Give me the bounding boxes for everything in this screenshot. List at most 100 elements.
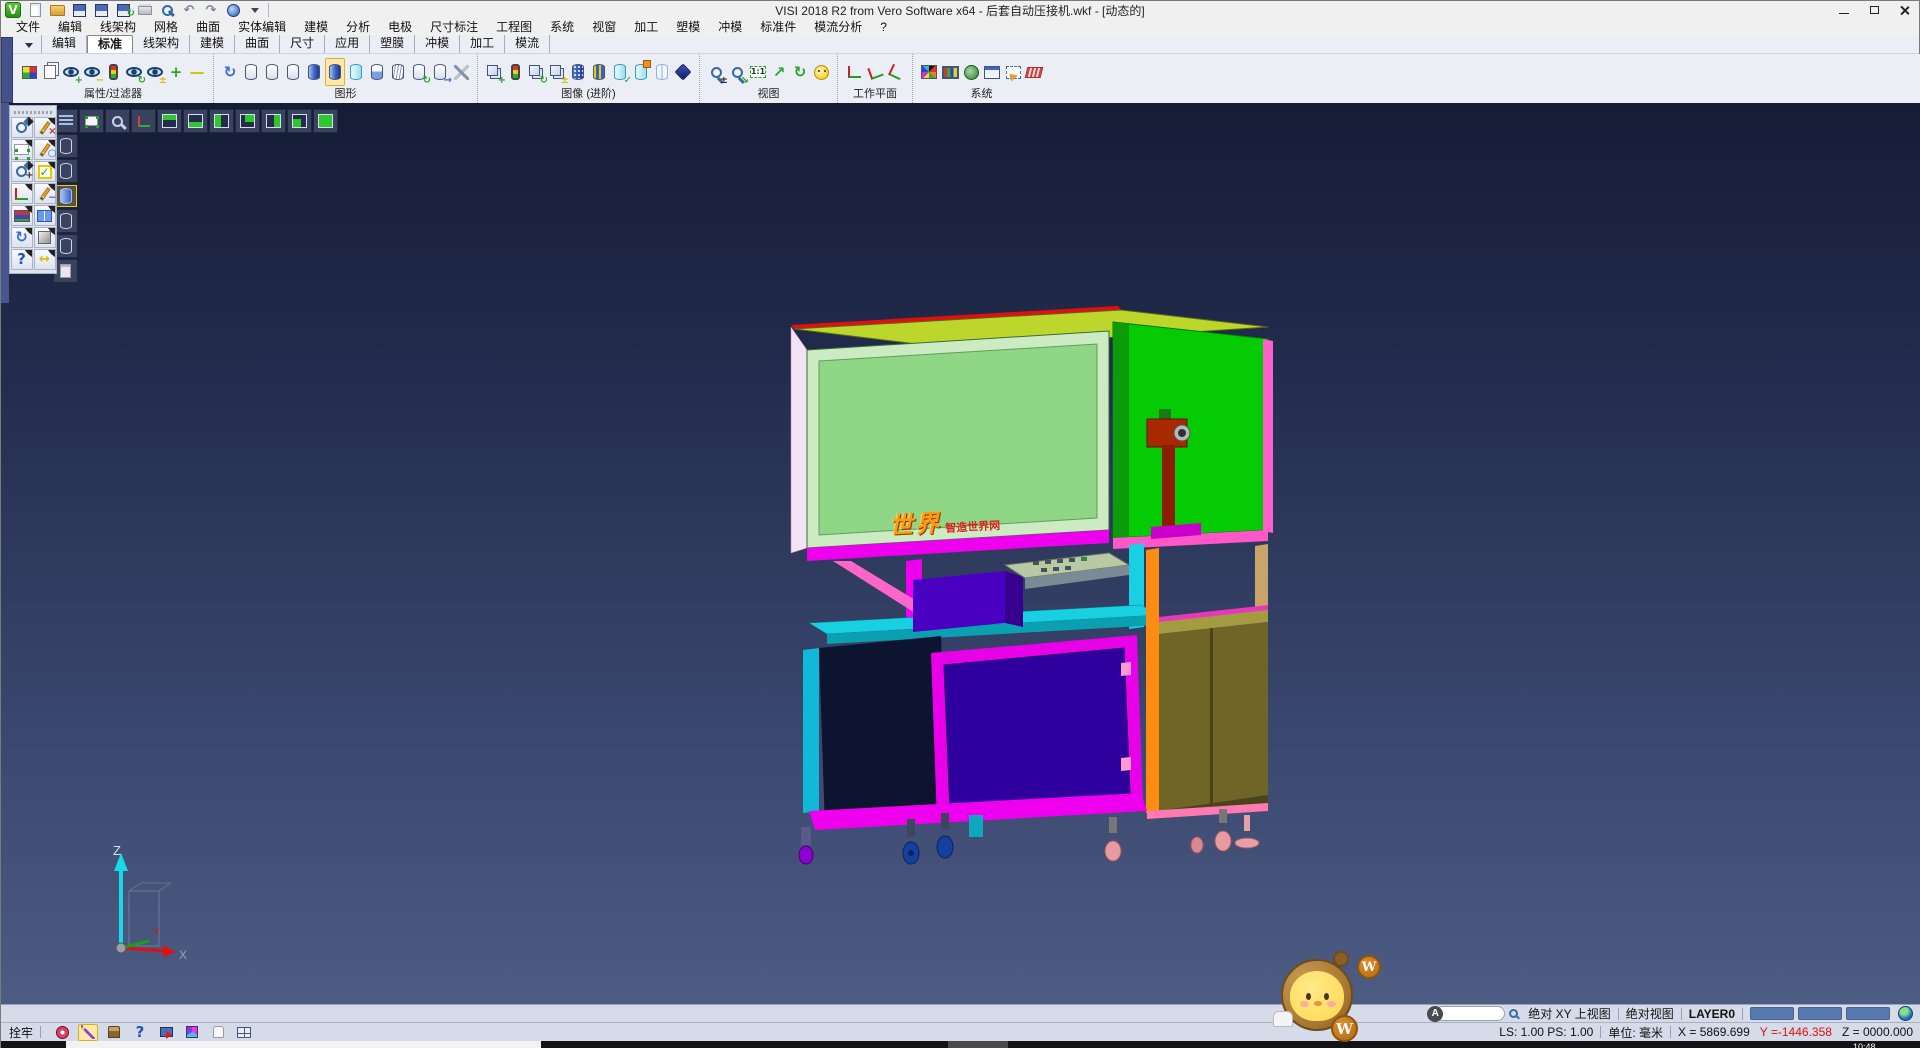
tab[interactable]: 加工 [460, 35, 505, 53]
menu-item[interactable]: 线架构 [91, 19, 145, 36]
menu-item[interactable]: 分析 [337, 19, 379, 36]
taskbar-strip[interactable]: 10:48 [1, 1041, 1920, 1048]
absolute-view[interactable]: 绝对视图 [1626, 1005, 1674, 1022]
import-box-icon[interactable] [156, 1024, 176, 1041]
tab[interactable]: 应用 [325, 35, 370, 53]
advanced-refresh-icon[interactable]: ↻ [526, 58, 546, 86]
tab[interactable]: 模流 [505, 35, 550, 53]
tab[interactable]: 建模 [190, 35, 235, 53]
view-iso-icon[interactable] [313, 109, 338, 133]
undo-icon[interactable]: ↶ [179, 1, 199, 19]
zoom-window-icon[interactable]: + [11, 161, 33, 182]
fit-window-icon[interactable] [11, 139, 33, 160]
origin-axis-icon[interactable] [131, 109, 156, 133]
print-icon[interactable] [135, 1, 155, 19]
view-reference[interactable]: 绝对 XY 上视图 [1528, 1005, 1610, 1022]
selection-settings-icon[interactable] [1003, 58, 1023, 86]
hide-all-icon[interactable]: — [187, 58, 207, 86]
redo-icon[interactable]: ↷ [201, 1, 221, 19]
globe-icon[interactable] [1898, 1006, 1913, 1021]
profile-icon[interactable] [208, 1024, 228, 1041]
menu-item[interactable]: 文件 [7, 19, 49, 36]
hide-entity-icon[interactable]: − [82, 58, 102, 86]
tab[interactable]: 线架构 [133, 35, 190, 53]
window-settings-icon[interactable] [982, 58, 1002, 86]
snap-lock-toggle[interactable]: 拴牢 [9, 1024, 33, 1041]
dock-handle[interactable] [1, 37, 13, 103]
view-top-icon[interactable] [157, 109, 182, 133]
striped-solid-icon[interactable] [589, 58, 609, 86]
menu-item[interactable]: 冲模 [709, 19, 751, 36]
menu-item[interactable]: 系统 [541, 19, 583, 36]
menu-item[interactable]: 实体编辑 [229, 19, 295, 36]
hatched-view-icon[interactable] [388, 58, 408, 86]
close-button[interactable] [1889, 1, 1919, 19]
show-all-icon[interactable]: + [166, 58, 186, 86]
keyboard-grid-icon[interactable] [1024, 58, 1044, 86]
menu-item[interactable]: 模流分析 [805, 19, 871, 36]
tagged-solid-icon[interactable] [631, 58, 651, 86]
dock-strip[interactable] [1, 103, 9, 303]
view-front-icon[interactable] [287, 109, 312, 133]
menu-item[interactable]: 标准件 [751, 19, 805, 36]
preview-icon[interactable] [157, 1, 177, 19]
zoom-extents-icon[interactable]: ↘ [727, 58, 747, 86]
stamp-icon[interactable] [104, 1024, 124, 1041]
fit-view-icon[interactable] [79, 109, 104, 133]
toolbar-options-icon[interactable] [245, 1, 265, 19]
tab[interactable]: 冲模 [415, 35, 460, 53]
save-file-icon[interactable] [69, 1, 89, 19]
zoom-window-icon[interactable]: ± [706, 58, 726, 86]
grid-toggle-icon[interactable] [234, 1024, 254, 1041]
advanced-swap-icon[interactable]: ± [547, 58, 567, 86]
export-graphics-icon[interactable]: → [430, 58, 450, 86]
layers-window-icon[interactable] [34, 205, 56, 226]
quick-select-icon[interactable] [78, 1024, 98, 1041]
tab[interactable]: 尺寸 [280, 35, 325, 53]
search-icon[interactable] [1509, 1009, 1518, 1018]
translucent-view-icon[interactable] [346, 58, 366, 86]
refresh-visibility-icon[interactable]: ↻ [124, 58, 144, 86]
erase-icon[interactable]: × [34, 117, 56, 138]
view-bottom-icon[interactable] [183, 109, 208, 133]
spline-edit-icon[interactable]: ~ [34, 183, 56, 204]
recent-icon[interactable] [223, 1, 243, 19]
tab[interactable]: 曲面 [235, 35, 280, 53]
tab-dropdown-icon[interactable] [21, 38, 37, 53]
color-table-icon[interactable] [919, 58, 939, 86]
advanced-add-icon[interactable]: + [484, 58, 504, 86]
zoom-dynamic-icon[interactable] [105, 109, 130, 133]
view-left-icon[interactable] [209, 109, 234, 133]
menu-item[interactable]: 建模 [295, 19, 337, 36]
workplane-entity-icon[interactable] [865, 58, 885, 86]
dashed-view-icon[interactable] [283, 58, 303, 86]
zoom-actual-icon[interactable]: 1:1 [748, 58, 768, 86]
menu-item[interactable]: 尺寸标注 [421, 19, 487, 36]
wireframe-view-icon[interactable] [241, 58, 261, 86]
viewport[interactable]: ×○+✓~↻?↔ [1, 103, 1920, 1004]
workplane-icon[interactable] [11, 183, 33, 204]
measure-icon[interactable]: ↔ [34, 249, 56, 270]
advanced-filter-icon[interactable] [505, 58, 525, 86]
verified-solid-icon[interactable]: ✓ [610, 58, 630, 86]
regen-solid-icon[interactable]: ↻ [409, 58, 429, 86]
regenerate-icon[interactable]: ↻ [11, 227, 33, 248]
workplane-origin-icon[interactable] [844, 58, 864, 86]
edit-entity-icon[interactable]: ○ [34, 139, 56, 160]
taskbar-window[interactable] [66, 1041, 541, 1048]
shaded-edges-view-icon[interactable] [325, 58, 345, 86]
view-back-icon[interactable] [235, 109, 260, 133]
new-file-icon[interactable] [25, 1, 45, 19]
ucs-cube-icon[interactable] [182, 1024, 202, 1041]
menu-item[interactable]: 工程图 [487, 19, 541, 36]
menu-item[interactable]: 塑模 [667, 19, 709, 36]
shade-mode-icon[interactable] [811, 58, 831, 86]
context-help-icon[interactable]: ? [130, 1024, 150, 1041]
open-file-icon[interactable] [47, 1, 67, 19]
menu-item[interactable]: 网格 [145, 19, 187, 36]
taskbar-button[interactable] [948, 1041, 1008, 1048]
menu-item[interactable]: 电极 [379, 19, 421, 36]
tab[interactable]: 编辑 [41, 35, 87, 53]
shaded-view-icon[interactable] [304, 58, 324, 86]
selection-filter-icon[interactable] [103, 58, 123, 86]
